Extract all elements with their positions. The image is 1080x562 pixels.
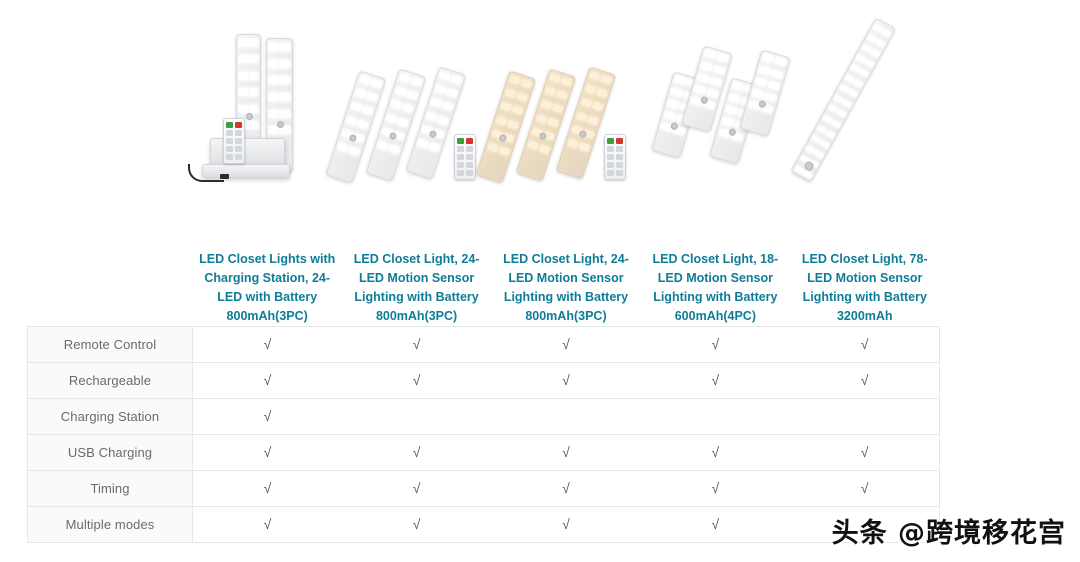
- feature-multiple-modes-value-2: √: [341, 506, 492, 543]
- feature-rechargeable-value-3: √: [491, 362, 641, 399]
- check-icon: √: [263, 371, 272, 388]
- product-title-header-row: LED Closet Lights with Charging Station,…: [27, 250, 940, 327]
- feature-multiple-modes-value-3: √: [491, 506, 641, 543]
- feature-timing-value-4: √: [640, 470, 791, 507]
- product-image-led-closet-light-24led-warm-3pack[interactable]: [475, 12, 640, 212]
- table-row: Remote Control √ √ √ √ √: [27, 326, 941, 363]
- check-icon: √: [263, 515, 272, 532]
- feature-charging-station-value-5: √: [790, 398, 941, 435]
- motion-sensor-icon: [246, 113, 253, 120]
- check-icon: √: [263, 335, 272, 352]
- product-image-led-closet-lights-charging-station-3pack[interactable]: [188, 12, 340, 212]
- feature-charging-station-value-2: √: [341, 398, 492, 435]
- feature-rechargeable-value-5: √: [790, 362, 941, 399]
- feature-timing-value-5: √: [790, 470, 941, 507]
- feature-charging-station-label: Charging Station: [27, 398, 193, 435]
- remote-control: [604, 134, 626, 180]
- check-icon: √: [562, 335, 570, 352]
- feature-remote-control-value-5: √: [790, 326, 941, 363]
- check-icon: √: [412, 479, 421, 496]
- feature-multiple-modes-label: Multiple modes: [27, 506, 193, 543]
- feature-timing-value-3: √: [491, 470, 641, 507]
- remote-control: [454, 134, 476, 180]
- feature-usb-charging-value-2: √: [341, 434, 492, 471]
- feature-charging-station-value-1: √: [192, 398, 342, 435]
- check-icon: √: [562, 371, 570, 388]
- feature-charging-station-value-4: √: [640, 398, 791, 435]
- power-cord: [188, 164, 224, 182]
- feature-multiple-modes-value-4: √: [640, 506, 791, 543]
- product-title-link-2[interactable]: LED Closet Light, 24-LED Motion Sensor L…: [341, 250, 492, 327]
- product-title-link-3[interactable]: LED Closet Light, 24-LED Motion Sensor L…: [491, 250, 641, 327]
- feature-usb-charging-value-4: √: [640, 434, 791, 471]
- feature-usb-charging-value-5: √: [790, 434, 941, 471]
- check-icon: √: [562, 443, 570, 460]
- product-image-led-closet-light-78led-long-bar[interactable]: [790, 12, 940, 212]
- check-icon: √: [711, 515, 720, 532]
- table-row: Rechargeable √ √ √ √ √: [27, 362, 941, 399]
- feature-charging-station-value-3: √: [491, 398, 641, 435]
- feature-usb-charging-value-3: √: [491, 434, 641, 471]
- product-image-led-closet-light-24led-white-3pack[interactable]: [325, 12, 490, 212]
- power-plug: [220, 174, 229, 179]
- feature-remote-control-value-4: √: [640, 326, 791, 363]
- check-icon: √: [562, 479, 570, 496]
- feature-remote-control-value-1: √: [192, 326, 342, 363]
- feature-usb-charging-label: USB Charging: [27, 434, 193, 471]
- feature-rechargeable-value-1: √: [192, 362, 342, 399]
- product-title-link-4[interactable]: LED Closet Light, 18-LED Motion Sensor L…: [640, 250, 791, 327]
- check-icon: √: [711, 335, 720, 352]
- check-icon: √: [711, 443, 720, 460]
- feature-timing-value-1: √: [192, 470, 342, 507]
- check-icon: √: [412, 371, 421, 388]
- feature-timing-value-2: √: [341, 470, 492, 507]
- feature-usb-charging-value-1: √: [192, 434, 342, 471]
- product-image-led-closet-light-18led-white-4pack[interactable]: [640, 12, 791, 212]
- check-icon: √: [263, 407, 272, 424]
- check-icon: √: [711, 479, 720, 496]
- product-image-gallery: [188, 12, 940, 212]
- feature-remote-control-value-3: √: [491, 326, 641, 363]
- check-icon: √: [860, 479, 869, 496]
- header-spacer-cell: [27, 250, 193, 327]
- product-comparison-table: LED Closet Lights with Charging Station,…: [27, 250, 941, 543]
- check-icon: √: [412, 335, 421, 352]
- check-icon: √: [860, 335, 869, 352]
- table-row: Timing √ √ √ √ √: [27, 470, 941, 507]
- check-icon: √: [412, 515, 421, 532]
- feature-multiple-modes-value-5: √: [790, 506, 941, 543]
- check-icon: √: [860, 371, 869, 388]
- feature-rechargeable-label: Rechargeable: [27, 362, 193, 399]
- check-icon: √: [562, 515, 570, 532]
- table-row: USB Charging √ √ √ √ √: [27, 434, 941, 471]
- feature-rechargeable-value-2: √: [341, 362, 492, 399]
- product-title-link-5[interactable]: LED Closet Light, 78-LED Motion Sensor L…: [790, 250, 940, 327]
- product-title-link-1[interactable]: LED Closet Lights with Charging Station,…: [192, 250, 342, 327]
- check-icon: √: [263, 479, 272, 496]
- check-icon: √: [860, 443, 869, 460]
- check-icon: √: [711, 371, 720, 388]
- feature-multiple-modes-value-1: √: [192, 506, 342, 543]
- feature-remote-control-value-2: √: [341, 326, 492, 363]
- feature-timing-label: Timing: [27, 470, 193, 507]
- table-row: Charging Station √ √ √ √ √: [27, 398, 941, 435]
- check-icon: √: [412, 443, 421, 460]
- feature-rechargeable-value-4: √: [640, 362, 791, 399]
- feature-remote-control-label: Remote Control: [27, 326, 193, 363]
- check-icon: √: [263, 443, 272, 460]
- remote-control: [223, 118, 245, 164]
- comparison-table-body: Remote Control √ √ √ √ √ Rechargeable √ …: [27, 326, 941, 543]
- table-row: Multiple modes √ √ √ √ √: [27, 506, 941, 543]
- led-bar-long: [790, 17, 897, 183]
- motion-sensor-icon: [277, 121, 284, 128]
